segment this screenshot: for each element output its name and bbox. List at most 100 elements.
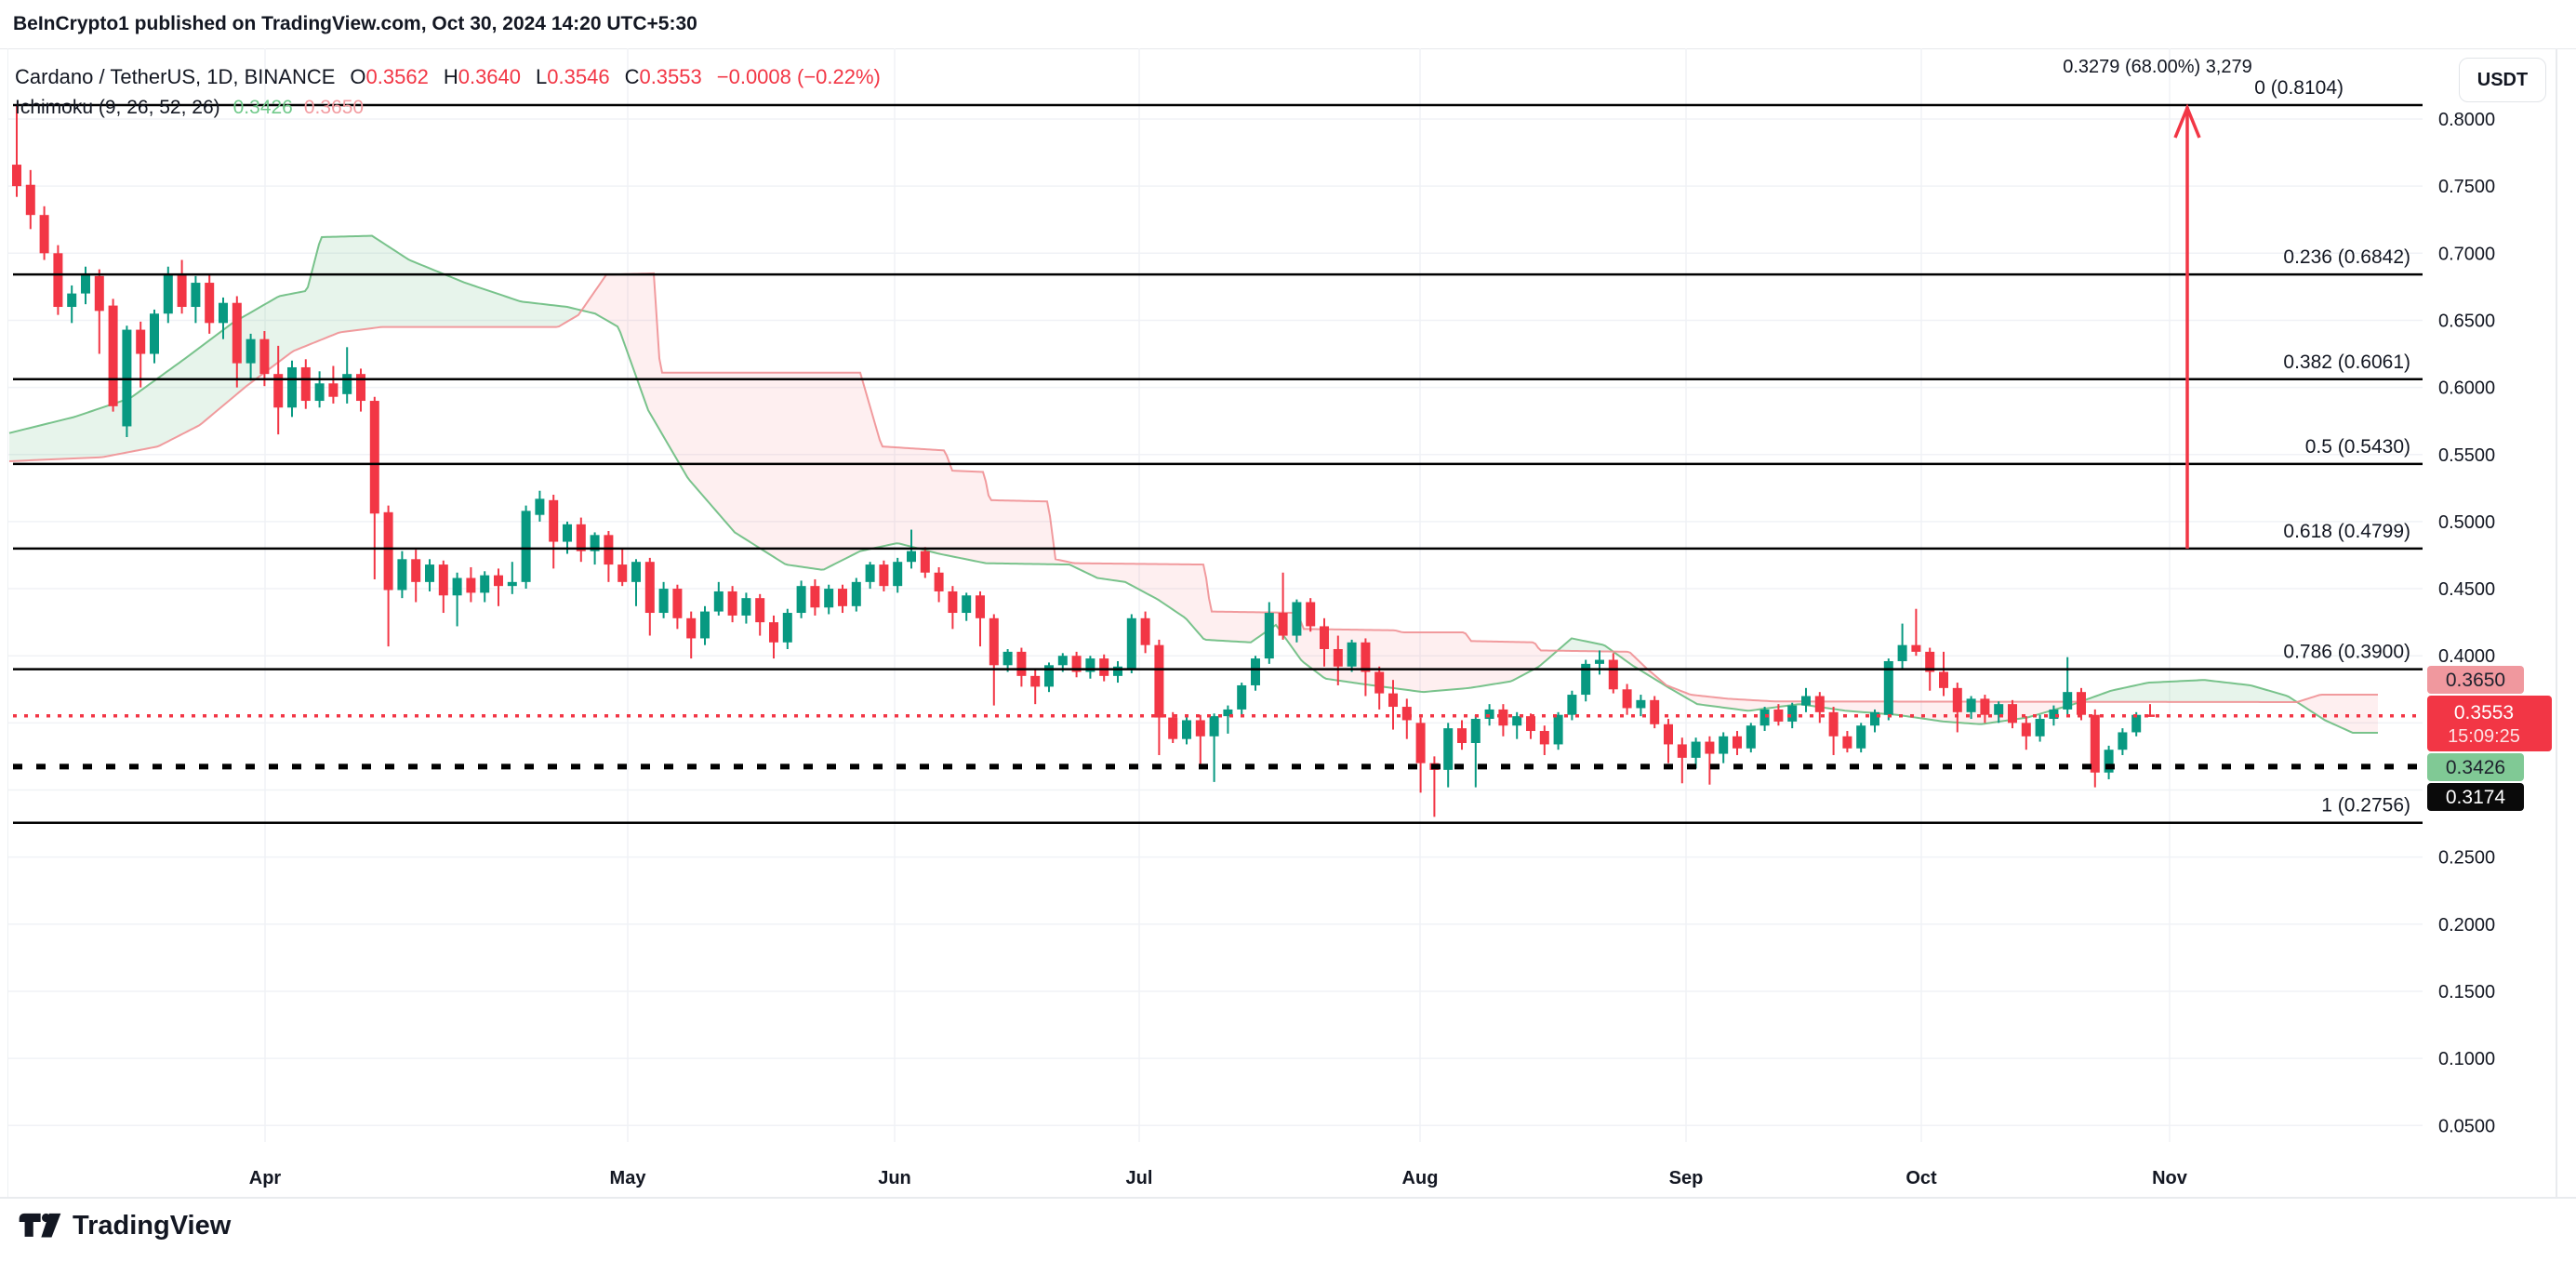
month-label: Sep — [1669, 1168, 1704, 1188]
candle-body — [109, 306, 118, 406]
time-scale[interactable]: AprMayJunJulAugSepOctNov — [249, 1168, 2188, 1188]
price-tick-label: 0.6000 — [2438, 378, 2495, 399]
candle-body — [219, 303, 228, 324]
candle-body — [2091, 715, 2100, 773]
price-tick-label: 0.1000 — [2438, 1049, 2495, 1069]
fib-label: 0.236 (0.6842) — [2283, 246, 2410, 268]
candle-body — [907, 551, 916, 563]
candle-body — [1733, 737, 1742, 749]
high-value: 0.3640 — [458, 65, 521, 88]
close-label: C — [625, 65, 640, 88]
candle-body — [122, 330, 131, 427]
fib-label: 0.5 (0.5430) — [2305, 436, 2410, 458]
candle-body — [1416, 723, 1426, 763]
candle-body — [1911, 645, 1920, 652]
candle-body — [1746, 725, 1756, 749]
symbol-name[interactable]: Cardano / TetherUS, 1D, BINANCE — [15, 65, 335, 88]
low-label: L — [536, 65, 547, 88]
candle-body — [824, 589, 833, 607]
month-label: Nov — [2152, 1168, 2188, 1188]
fib-label: 0.786 (0.3900) — [2283, 642, 2410, 663]
candle-body — [26, 185, 35, 215]
candle-body — [1127, 618, 1136, 670]
candle-body — [1388, 694, 1398, 707]
candle-body — [1719, 737, 1728, 754]
tradingview-brand-text: TradingView — [73, 1211, 231, 1241]
candle-body — [466, 578, 475, 593]
candle-body — [879, 564, 888, 586]
month-label: May — [610, 1168, 647, 1188]
candle-body — [989, 618, 999, 666]
candle-body — [1595, 660, 1604, 664]
candle-body — [1967, 698, 1976, 711]
candle-body — [1939, 672, 1948, 688]
candle-body — [838, 589, 847, 606]
candle-body — [81, 274, 90, 293]
tradingview-attribution[interactable]: TradingView — [19, 1207, 231, 1244]
month-label: Aug — [1402, 1168, 1439, 1188]
candle-body — [1636, 700, 1645, 709]
candle-body — [191, 283, 200, 307]
candle-body — [178, 274, 187, 307]
candle-body — [384, 512, 393, 591]
candle-body — [659, 589, 669, 613]
candle-body — [1279, 613, 1288, 636]
candle-body — [1113, 667, 1122, 676]
candle-body — [246, 339, 256, 364]
candle-body — [1705, 742, 1714, 754]
symbol-title-row[interactable]: Cardano / TetherUS, 1D, BINANCEO0.3562H0… — [15, 65, 881, 89]
candle-body — [810, 586, 819, 607]
price-tick-label: 0.2500 — [2438, 848, 2495, 869]
candle-body — [397, 559, 406, 590]
price-scale[interactable]: 0.80000.75000.70000.65000.60000.55000.50… — [2438, 110, 2495, 1136]
bottom-separator — [0, 1197, 2576, 1199]
chart-canvas[interactable]: 0 (0.8104)0.236 (0.6842)0.382 (0.6061)0.… — [0, 0, 2576, 1261]
candle-body — [1348, 643, 1357, 667]
fib-label: 0.618 (0.4799) — [2283, 521, 2410, 542]
price-tick-label: 0.4500 — [2438, 579, 2495, 600]
candle-body — [645, 562, 655, 613]
fib-label: 0.382 (0.6061) — [2283, 352, 2410, 373]
tradingview-logo-icon — [19, 1207, 61, 1244]
candle-body — [1457, 728, 1467, 743]
candle-body — [728, 591, 737, 616]
candle-body — [1980, 698, 1989, 714]
candle-body — [1402, 707, 1412, 720]
candle-body — [1141, 618, 1150, 645]
price-badge-value: 0.3426 — [2446, 757, 2505, 778]
candle-body — [1251, 658, 1260, 685]
candle-body — [617, 564, 627, 582]
candle-body — [2036, 719, 2045, 737]
candle-body — [439, 564, 448, 595]
candle-body — [563, 524, 572, 542]
candle-body — [1760, 710, 1770, 725]
candle-body — [315, 383, 325, 401]
candle-body — [1650, 700, 1659, 724]
candle-body — [1237, 685, 1246, 710]
candle-body — [1554, 715, 1563, 745]
currency-toggle-label: USDT — [2477, 70, 2528, 91]
candle-body — [1692, 742, 1701, 758]
candle-body — [356, 374, 365, 401]
tradingview-published-chart: BeInCrypto1 published on TradingView.com… — [0, 0, 2576, 1261]
indicator-legend-row[interactable]: Ichimoku (9, 26, 52, 26)0.34260.3650 — [15, 97, 364, 119]
price-chart[interactable]: 0 (0.8104)0.236 (0.6842)0.382 (0.6061)0.… — [0, 0, 2576, 1261]
candle-body — [2008, 704, 2017, 723]
candle-body — [797, 586, 806, 613]
indicator-name[interactable]: Ichimoku (9, 26, 52, 26) — [15, 97, 220, 118]
candle-body — [1540, 731, 1549, 744]
candle-body — [1815, 696, 1825, 711]
candle-body — [535, 498, 544, 514]
candle-body — [976, 595, 985, 618]
indicator-value-span-a: 0.3426 — [233, 97, 293, 118]
currency-toggle-button[interactable]: USDT — [2459, 58, 2546, 102]
candle-body — [1210, 716, 1219, 737]
candlestick-series[interactable] — [12, 105, 2155, 816]
price-range-arrow[interactable] — [2175, 107, 2199, 549]
change-value: −0.0008 (−0.22%) — [717, 65, 881, 88]
right-border — [2556, 48, 2557, 1197]
price-axis-badges: 0.36500.355315:09:250.34260.3174 — [2427, 666, 2552, 811]
candle-body — [40, 215, 49, 253]
candle-body — [714, 591, 724, 612]
candle-body — [1498, 710, 1507, 725]
